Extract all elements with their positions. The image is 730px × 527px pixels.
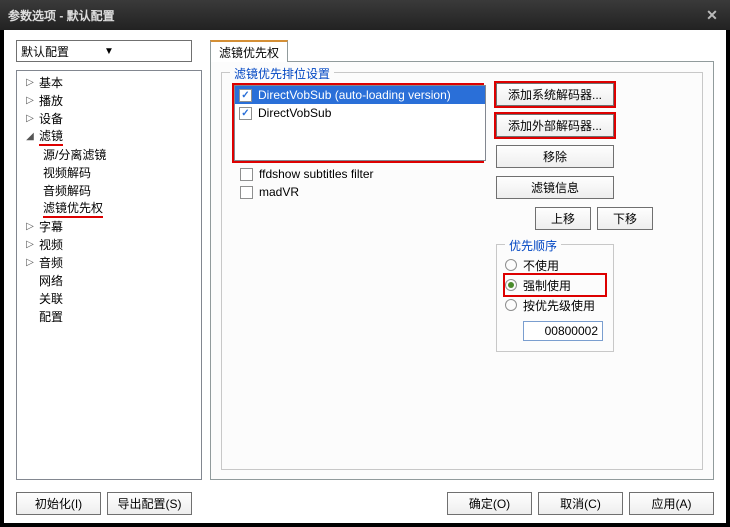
filter-list-item[interactable]: ffdshow subtitles filter — [236, 165, 480, 183]
checkbox-icon[interactable] — [240, 186, 253, 199]
expand-icon: ▷ — [23, 95, 37, 106]
initialize-button[interactable]: 初始化(I) — [16, 492, 101, 515]
filter-list-item[interactable]: madVR — [236, 183, 480, 201]
filter-info-button[interactable]: 滤镜信息 — [496, 176, 614, 199]
radio-icon — [505, 279, 517, 291]
profile-dropdown-value: 默认配置 — [21, 43, 104, 60]
tree-item-config[interactable]: 配置 — [17, 307, 201, 325]
tree-item-filter[interactable]: ◢滤镜 — [17, 127, 201, 145]
apply-button[interactable]: 应用(A) — [629, 492, 714, 515]
remove-button[interactable]: 移除 — [496, 145, 614, 168]
radio-icon — [505, 299, 517, 311]
tab-filter-priority[interactable]: 滤镜优先权 — [210, 40, 288, 62]
group-title: 滤镜优先排位设置 — [230, 65, 334, 82]
filter-list-item[interactable]: DirectVobSub (auto-loading version) — [235, 86, 485, 104]
expand-icon: ▷ — [23, 77, 37, 88]
tree-item-splitter[interactable]: 源/分离滤镜 — [17, 145, 201, 163]
move-down-button[interactable]: 下移 — [597, 207, 653, 230]
expand-icon: ▷ — [23, 257, 37, 268]
priority-value-input[interactable]: 00800002 — [523, 321, 603, 341]
expand-icon: ▷ — [23, 113, 37, 124]
chevron-down-icon: ▼ — [104, 46, 187, 57]
move-up-button[interactable]: 上移 — [535, 207, 591, 230]
tree-item-device[interactable]: ▷设备 — [17, 109, 201, 127]
tree-item-network[interactable]: 网络 — [17, 271, 201, 289]
checkbox-icon[interactable] — [239, 89, 252, 102]
tree-item-filter-priority[interactable]: 滤镜优先权 — [17, 199, 201, 217]
priority-title: 优先顺序 — [505, 237, 561, 254]
tree-item-video[interactable]: ▷视频 — [17, 235, 201, 253]
radio-icon — [505, 259, 517, 271]
radio-disable[interactable]: 不使用 — [505, 255, 605, 275]
radio-force[interactable]: 强制使用 — [505, 275, 605, 295]
window-title: 参数选项 - 默认配置 — [8, 7, 702, 24]
checkbox-icon[interactable] — [239, 107, 252, 120]
tab-panel: 滤镜优先排位设置 DirectVobSub (auto-loading vers… — [210, 61, 714, 480]
priority-group: 优先顺序 不使用 强制使用 按优先级使用 00800002 — [496, 244, 614, 352]
collapse-icon: ◢ — [23, 131, 37, 142]
expand-icon: ▷ — [23, 239, 37, 250]
tree-item-audio-decoder[interactable]: 音频解码 — [17, 181, 201, 199]
tree-item-subtitle[interactable]: ▷字幕 — [17, 217, 201, 235]
cancel-button[interactable]: 取消(C) — [538, 492, 623, 515]
settings-tree[interactable]: ▷基本 ▷播放 ▷设备 ◢滤镜 源/分离滤镜 视频解码 音频解码 滤镜优先权 ▷… — [16, 70, 202, 480]
tree-item-assoc[interactable]: 关联 — [17, 289, 201, 307]
checkbox-icon[interactable] — [240, 168, 253, 181]
ok-button[interactable]: 确定(O) — [447, 492, 532, 515]
titlebar: 参数选项 - 默认配置 ✕ — [0, 0, 730, 30]
tree-item-basic[interactable]: ▷基本 — [17, 73, 201, 91]
export-config-button[interactable]: 导出配置(S) — [107, 492, 192, 515]
expand-icon: ▷ — [23, 221, 37, 232]
radio-by-level[interactable]: 按优先级使用 — [505, 295, 605, 315]
add-external-decoder-button[interactable]: 添加外部解码器... — [496, 114, 614, 137]
filter-list-item[interactable]: DirectVobSub — [235, 104, 485, 122]
add-system-decoder-button[interactable]: 添加系统解码器... — [496, 83, 614, 106]
tree-item-play[interactable]: ▷播放 — [17, 91, 201, 109]
tree-item-video-decoder[interactable]: 视频解码 — [17, 163, 201, 181]
tree-item-audio[interactable]: ▷音频 — [17, 253, 201, 271]
close-icon[interactable]: ✕ — [702, 5, 722, 25]
filter-list[interactable]: DirectVobSub (auto-loading version) Dire… — [234, 85, 486, 161]
profile-dropdown[interactable]: 默认配置 ▼ — [16, 40, 192, 62]
